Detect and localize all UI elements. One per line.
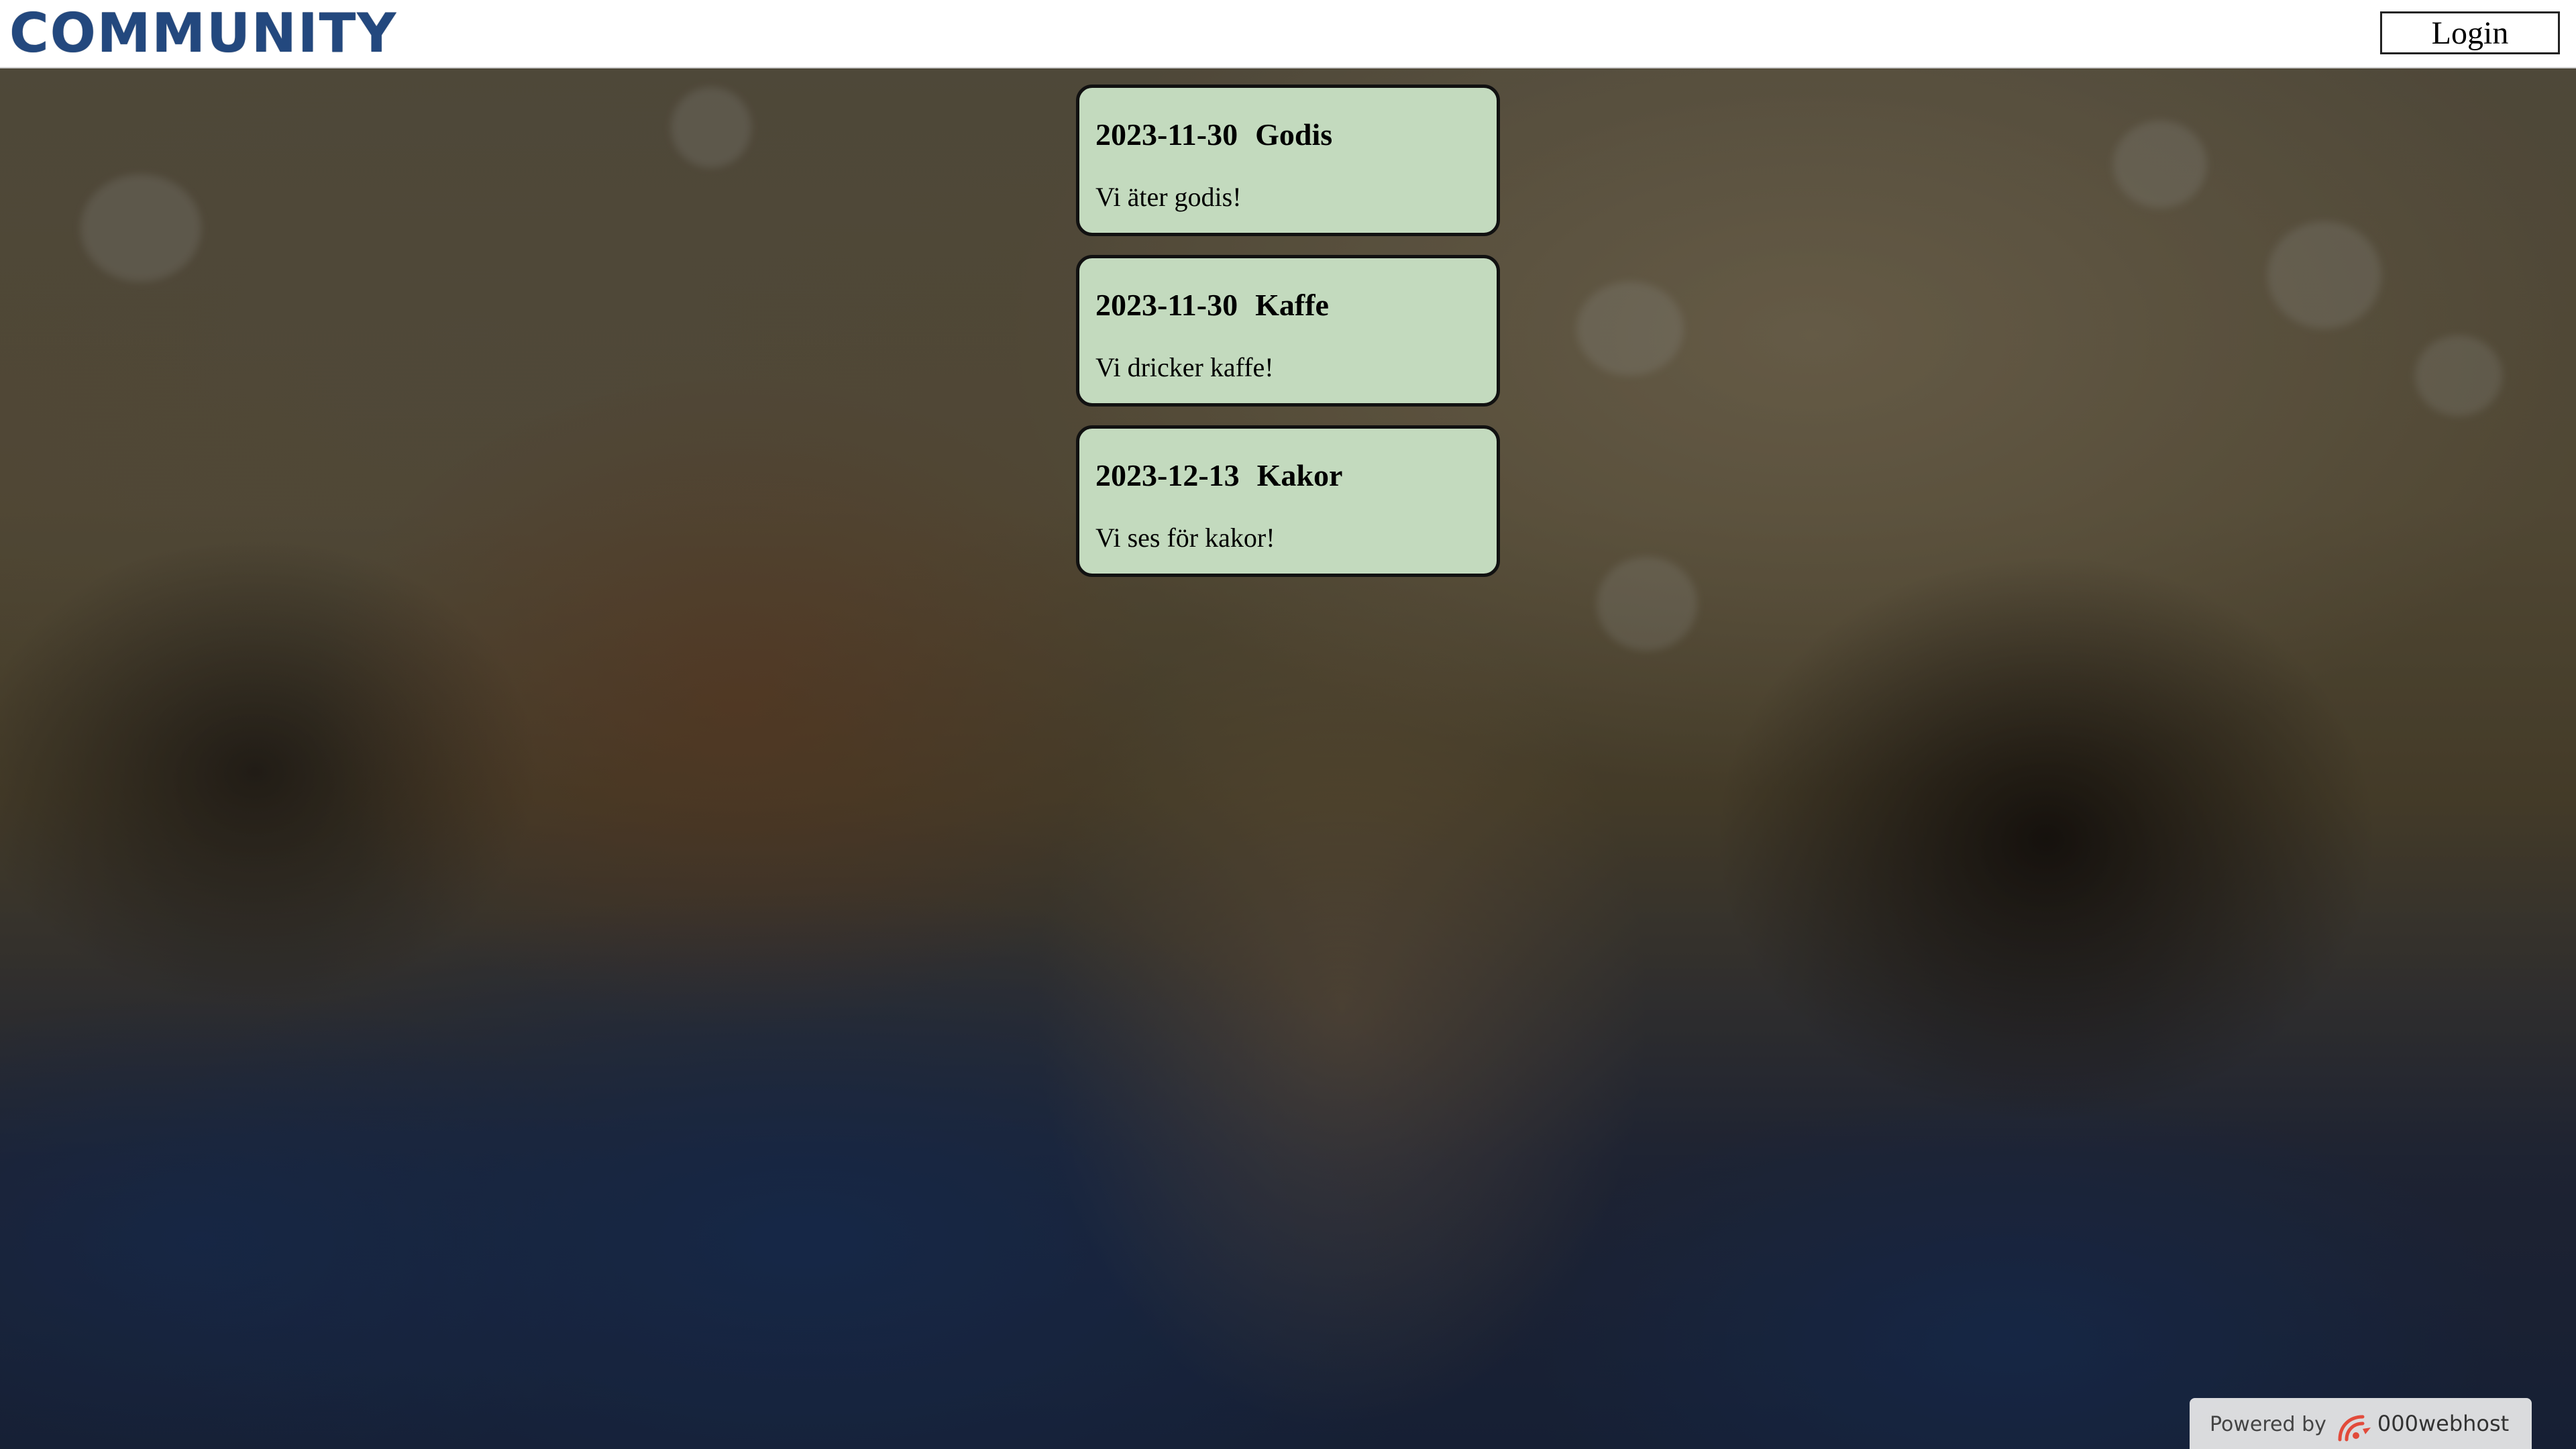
event-list: 2023-11-30 Godis Vi äter godis! 2023-11-3… <box>1076 85 1500 596</box>
event-date: 2023-11-30 <box>1095 117 1238 152</box>
top-bar: COMMUNITY Login <box>0 0 2576 68</box>
000webhost-logo-icon <box>2336 1411 2373 1441</box>
event-description: Vi ses för kakor! <box>1095 523 1275 553</box>
event-card: 2023-11-30 Kaffe Vi dricker kaffe! <box>1076 255 1500 407</box>
event-title: Kakor <box>1256 458 1343 492</box>
host-name: 000webhost <box>2377 1411 2510 1436</box>
powered-by-label: Powered by <box>2210 1413 2326 1436</box>
event-heading: 2023-12-13 Kakor <box>1095 458 1497 493</box>
page: COMMUNITY Login 2023-11-30 Godis Vi äter … <box>0 0 2576 1449</box>
login-button[interactable]: Login <box>2380 11 2560 54</box>
event-card: 2023-12-13 Kakor Vi ses för kakor! <box>1076 425 1500 577</box>
event-heading: 2023-11-30 Godis <box>1095 117 1497 152</box>
event-title: Kaffe <box>1255 288 1329 322</box>
event-description: Vi dricker kaffe! <box>1095 352 1274 382</box>
powered-by-badge[interactable]: Powered by 000webhost <box>2190 1398 2532 1449</box>
event-title: Godis <box>1255 117 1333 152</box>
event-date: 2023-12-13 <box>1095 458 1240 492</box>
event-description: Vi äter godis! <box>1095 182 1242 212</box>
event-heading: 2023-11-30 Kaffe <box>1095 288 1497 323</box>
event-card: 2023-11-30 Godis Vi äter godis! <box>1076 85 1500 236</box>
site-logo[interactable]: COMMUNITY <box>9 3 397 64</box>
event-date: 2023-11-30 <box>1095 288 1238 322</box>
